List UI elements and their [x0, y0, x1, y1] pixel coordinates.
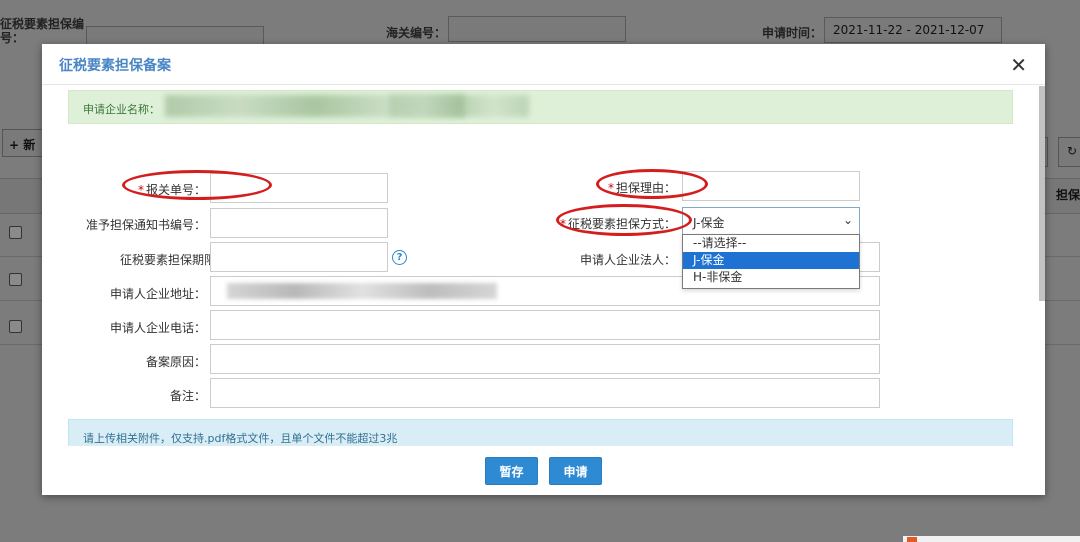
chevron-down-icon: ⌄: [842, 213, 853, 227]
company-name-bar: 申请企业名称：: [68, 90, 1013, 124]
column-header-guarantee: 担保: [1055, 188, 1080, 202]
filter-label-apply-time: 申请时间：: [762, 26, 823, 40]
annotation-circle-guarantee-method: [556, 204, 692, 236]
modal-body: 申请企业名称： * 报关单号： * 担保理由： 准予担保通知书编号： * 征税要素担保…: [42, 84, 1039, 446]
dropdown-option[interactable]: H-非保金: [683, 269, 859, 286]
dropdown-option-selected[interactable]: J-保金: [683, 252, 859, 269]
apply-button[interactable]: 申请: [549, 457, 602, 485]
watermark-strip: [903, 536, 1080, 542]
guarantee-filing-modal: 征税要素担保备案 ✕ 申请企业名称： * 报关单号： * 担保理由： 准予担保通知书…: [42, 44, 1045, 495]
guarantee-period-input[interactable]: [210, 242, 388, 272]
question-circle-icon[interactable]: ?: [392, 250, 407, 265]
company-name-label: 申请企业名称：: [83, 103, 160, 116]
company-address-redacted: [227, 283, 497, 299]
row-checkbox[interactable]: [9, 320, 22, 333]
filing-reason-label: 备案原因：: [145, 355, 206, 369]
row-checkbox[interactable]: [9, 273, 22, 286]
company-phone-label: 申请人企业电话：: [109, 321, 206, 335]
filter-label-declaration: 征税要素担保编号：: [0, 17, 85, 45]
guarantee-method-dropdown: --请选择-- J-保金 H-非保金: [682, 234, 860, 289]
apply-time-input[interactable]: 2021-11-22 - 2021-12-07: [824, 17, 1002, 43]
annotation-circle-declaration-no: [122, 170, 272, 200]
refresh-icon: ↻: [1067, 144, 1078, 158]
close-icon[interactable]: ✕: [1010, 53, 1027, 77]
filter-label-customs: 海关编号：: [386, 26, 447, 40]
company-phone-input[interactable]: [210, 310, 880, 340]
approval-notice-no-label: 准予担保通知书编号：: [85, 218, 206, 232]
company-name-redacted: [389, 95, 529, 117]
guarantee-method-value: J-保金: [693, 216, 725, 230]
modal-scrollbar[interactable]: [1039, 86, 1045, 301]
dropdown-option[interactable]: --请选择--: [683, 235, 859, 252]
annotation-circle-guarantee-reason: [596, 169, 708, 199]
approval-notice-no-input[interactable]: [210, 208, 388, 238]
remarks-input[interactable]: [210, 378, 880, 408]
save-draft-button[interactable]: 暂存: [485, 457, 538, 485]
modal-header: 征税要素担保备案 ✕: [42, 44, 1045, 85]
filter-customs-input[interactable]: [448, 16, 626, 42]
legal-person-label: 申请人企业法人：: [579, 253, 676, 267]
upload-notice-bar: 请上传相关附件，仅支持.pdf格式文件，且单个文件不能超过3兆: [68, 419, 1013, 446]
remarks-label: 备注：: [169, 389, 206, 403]
company-address-label: 申请人企业地址：: [109, 287, 206, 301]
guarantee-reason-input[interactable]: [682, 171, 860, 201]
row-checkbox[interactable]: [9, 226, 22, 239]
guarantee-method-select[interactable]: J-保金 ⌄: [682, 207, 860, 237]
upload-notice-text: 请上传相关附件，仅支持.pdf格式文件，且单个文件不能超过3兆: [83, 432, 398, 445]
refresh-button[interactable]: ↻: [1058, 137, 1080, 167]
filing-reason-input[interactable]: [210, 344, 880, 374]
modal-title: 征税要素担保备案: [59, 58, 171, 74]
